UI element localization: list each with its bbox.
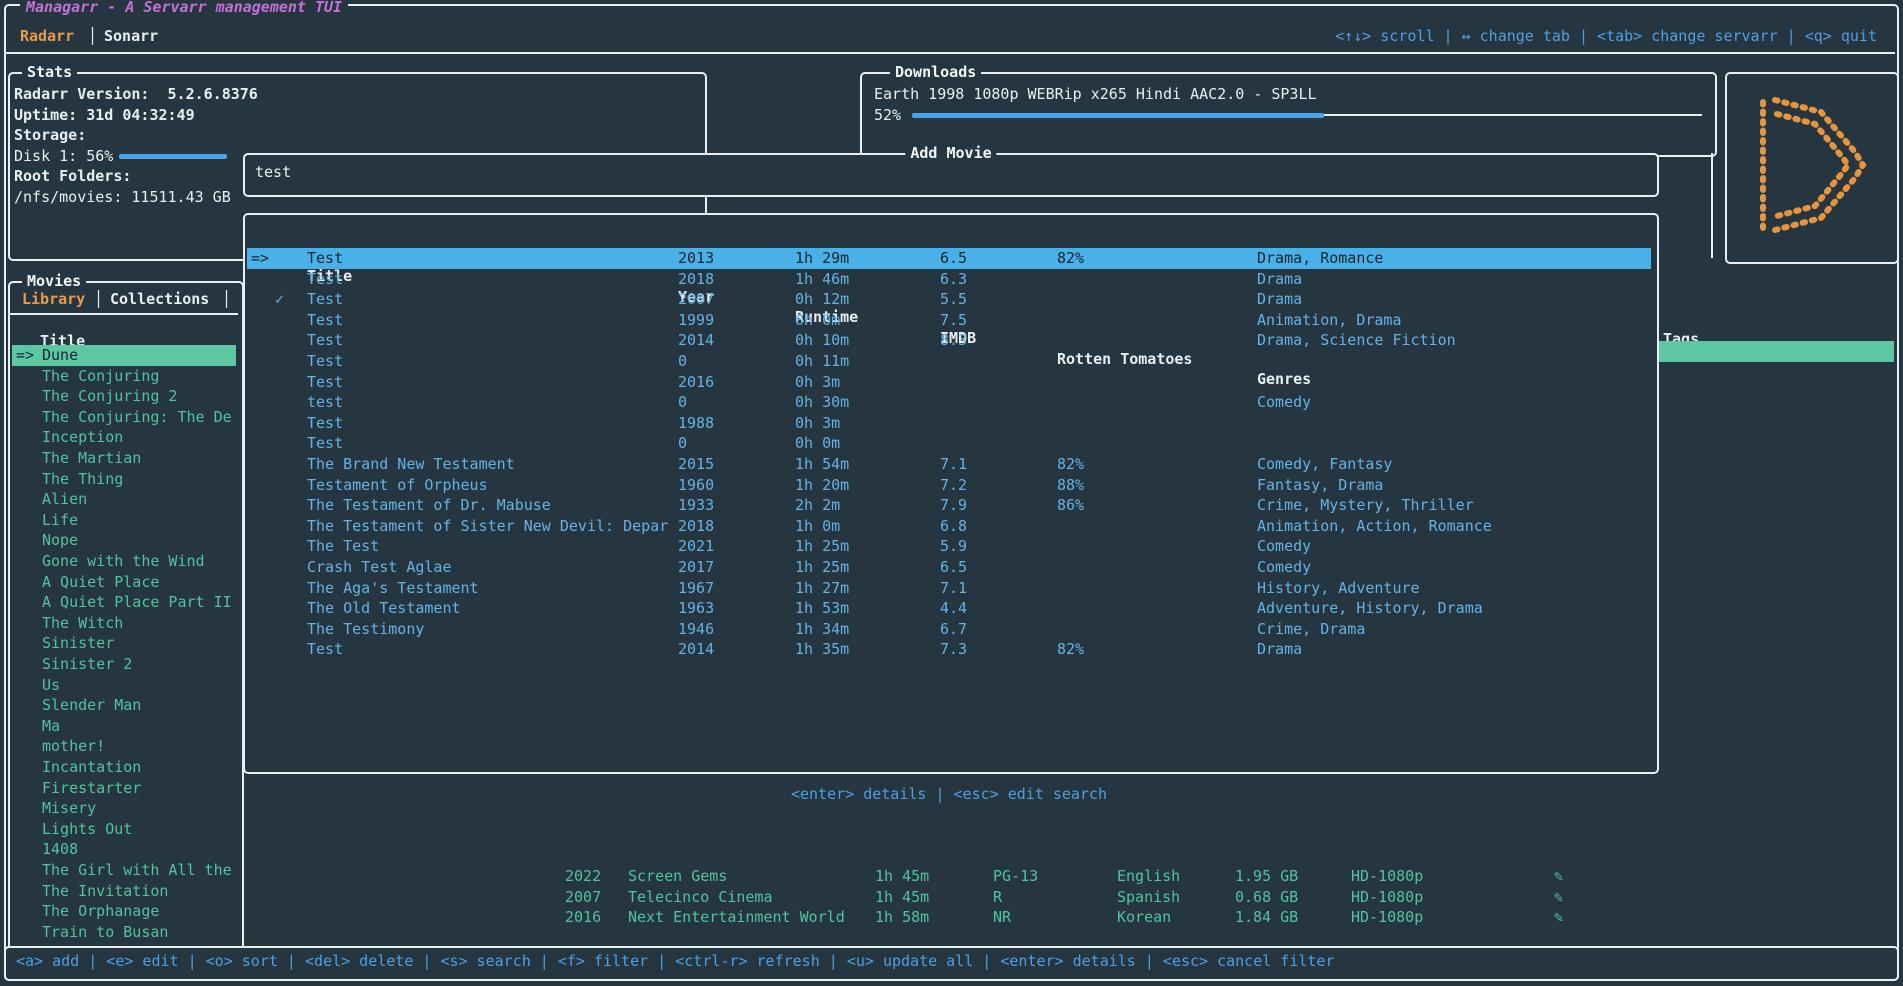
result-row[interactable]: Test19880h 3m <box>247 413 1651 434</box>
result-row[interactable]: Test20181h 46m6.3Drama <box>247 269 1651 290</box>
movie-file-row[interactable]: 2022Screen Gems1h 45mPG-13English1.95 GB… <box>0 866 1700 887</box>
result-row[interactable]: The Aga's Testament19671h 27m7.1History,… <box>247 578 1651 599</box>
result-row[interactable]: The Testament of Dr. Mabuse19332h 2m7.98… <box>247 495 1651 516</box>
bottom-key-hints: <a> add | <e> edit | <o> sort | <del> de… <box>16 951 1335 972</box>
result-row[interactable]: ✓Test20070h 12m5.5Drama <box>247 289 1651 310</box>
result-row[interactable]: Test20141h 35m7.382%Drama <box>247 639 1651 660</box>
add-movie-title: Add Movie <box>905 143 996 164</box>
movie-file-row[interactable]: 2007Telecinco Cinema1h 45mRSpanish0.68 G… <box>0 887 1700 908</box>
add-movie-search-box[interactable]: Add Movie test <box>243 153 1659 197</box>
result-row[interactable]: The Testimony19461h 34m6.7Crime, Drama <box>247 619 1651 640</box>
edit-pencil-icon[interactable]: ✎ <box>1554 907 1563 928</box>
result-row[interactable]: =>Test20131h 29m6.582%Drama, Romance <box>247 248 1651 269</box>
result-row[interactable]: The Old Testament19631h 53m4.4Adventure,… <box>247 598 1651 619</box>
result-row[interactable]: The Test20211h 25m5.9Comedy <box>247 536 1651 557</box>
edit-pencil-icon[interactable]: ✎ <box>1554 866 1563 887</box>
add-movie-search-input[interactable]: test <box>255 162 291 183</box>
result-row[interactable]: The Testament of Sister New Devil: Depar… <box>247 516 1651 537</box>
result-row[interactable]: Test20160h 3m <box>247 372 1651 393</box>
result-row[interactable]: The Brand New Testament20151h 54m7.182%C… <box>247 454 1651 475</box>
managarr-window: { "app": { "title": "Managarr - A Servar… <box>0 0 1903 986</box>
result-row[interactable]: Crash Test Aglae20171h 25m6.5Comedy <box>247 557 1651 578</box>
result-row[interactable]: Testament of Orpheus19601h 20m7.288%Fant… <box>247 475 1651 496</box>
result-row[interactable]: test00h 30mComedy <box>247 392 1651 413</box>
results-rows: =>Test20131h 29m6.582%Drama, RomanceTest… <box>245 215 1653 768</box>
result-row[interactable]: Test00h 0m <box>247 433 1651 454</box>
add-movie-results-table: ✓ Title Year Runtime IMDB Rotten Tomatoe… <box>243 213 1659 774</box>
edit-pencil-icon[interactable]: ✎ <box>1554 887 1563 908</box>
movie-file-row[interactable]: 2016Next Entertainment World1h 58mNRKore… <box>0 907 1700 928</box>
bottom-hints-bar: <a> add | <e> edit | <o> sort | <del> de… <box>4 946 1899 981</box>
result-row[interactable]: Test20140h 10m8.3Drama, Science Fiction <box>247 330 1651 351</box>
result-row[interactable]: Test19990h 0m7.5Animation, Drama <box>247 310 1651 331</box>
modal-key-hints: <enter> details | <esc> edit search <box>243 784 1655 805</box>
result-row[interactable]: Test00h 11m <box>247 351 1651 372</box>
